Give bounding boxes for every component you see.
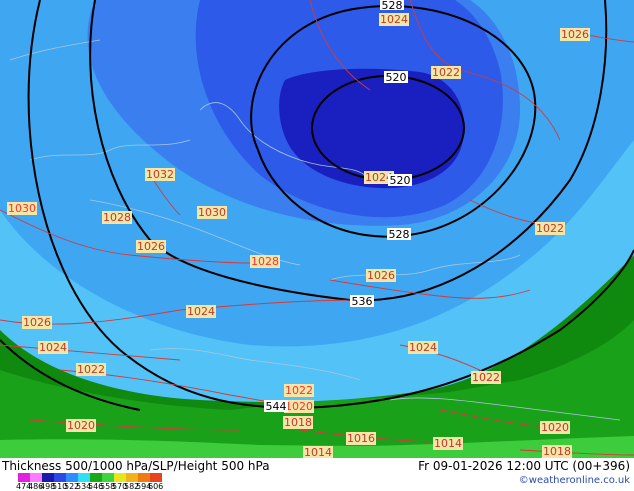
isobar-label: 1014 <box>304 446 332 458</box>
isobar-label: 1020 <box>67 419 95 432</box>
isobar-label: 1020 <box>285 400 313 413</box>
legend-swatch <box>138 473 150 482</box>
geopotential-label: 544 <box>266 400 287 413</box>
legend-swatch <box>66 473 78 482</box>
isobar-label: 1028 <box>103 211 131 224</box>
isobar-label: 1028 <box>251 255 279 268</box>
isobar-label: 1022 <box>472 371 500 384</box>
isobar-label: 1024 <box>39 341 67 354</box>
isobar-label: 1026 <box>561 28 589 41</box>
isobar-label: 1022 <box>432 66 460 79</box>
isobar-label: 1026 <box>367 269 395 282</box>
legend-swatch <box>78 473 90 482</box>
legend-swatch <box>18 473 30 482</box>
geopotential-label: 528 <box>382 0 403 12</box>
legend-swatch <box>114 473 126 482</box>
isobar-label: 1030 <box>8 202 36 215</box>
isobar-label: 1022 <box>536 222 564 235</box>
weather-map: 1024 1026 1022 1032 1024 1030 1030 1028 … <box>0 0 634 458</box>
isobar-label: 1018 <box>284 416 312 429</box>
isobar-label: 1032 <box>146 168 174 181</box>
forecast-datetime: Fr 09-01-2026 12:00 UTC (00+396) <box>418 459 630 473</box>
isobar-label: 1016 <box>347 432 375 445</box>
isobar-label: 1020 <box>541 421 569 434</box>
isobar-label: 1026 <box>23 316 51 329</box>
legend-swatch <box>30 473 42 482</box>
color-legend <box>18 473 162 482</box>
legend-swatch <box>54 473 66 482</box>
isobar-label: 1026 <box>137 240 165 253</box>
isobar-label: 1022 <box>77 363 105 376</box>
legend-swatch <box>102 473 114 482</box>
isobar-label: 1024 <box>187 305 215 318</box>
isobar-label: 1022 <box>285 384 313 397</box>
legend-swatch <box>90 473 102 482</box>
isobar-label: 1024 <box>380 13 408 26</box>
map-title: Thickness 500/1000 hPa/SLP/Height 500 hP… <box>2 459 270 473</box>
isobar-label: 1030 <box>198 206 226 219</box>
geopotential-label: 520 <box>390 174 411 187</box>
credit-link[interactable]: ©weatheronline.co.uk <box>519 475 630 486</box>
isobar-label: 1014 <box>434 437 462 450</box>
legend-swatch <box>150 473 162 482</box>
geopotential-label: 528 <box>389 228 410 241</box>
geopotential-label: 520 <box>386 71 407 84</box>
geopotential-label: 536 <box>352 295 373 308</box>
isobar-label: 1024 <box>409 341 437 354</box>
isobar-label: 1018 <box>543 445 571 458</box>
legend-swatch <box>42 473 54 482</box>
legend-swatch <box>126 473 138 482</box>
map-footer: Thickness 500/1000 hPa/SLP/Height 500 hP… <box>0 458 634 491</box>
